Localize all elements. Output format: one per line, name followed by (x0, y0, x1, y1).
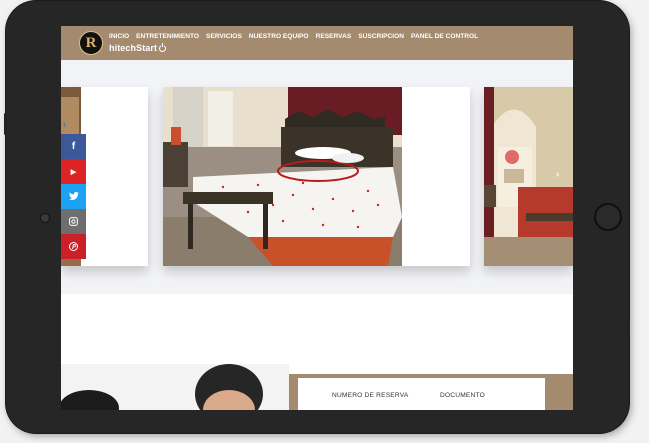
team-photo (61, 364, 289, 410)
instagram-icon (69, 217, 78, 226)
document-label: DOCUMENTO (440, 392, 485, 399)
webpage-screen: R INICIO ENTRETENIMIENTO SERVICIOS NUEST… (61, 26, 573, 410)
home-button[interactable] (594, 203, 622, 231)
twitter-icon (68, 192, 79, 200)
menu-item-inicio[interactable]: INICIO (109, 33, 129, 40)
carousel-prev-arrow[interactable]: ‹ (63, 119, 66, 129)
carousel-next-arrow[interactable]: › (556, 169, 559, 180)
menu-item-entretenimiento[interactable]: ENTRETENIMIENTO (136, 33, 199, 40)
team-photo-panel (61, 364, 289, 410)
power-side-button[interactable] (627, 318, 630, 340)
youtube-icon: ▶ (70, 168, 77, 176)
twitter-button[interactable] (61, 184, 86, 209)
carousel-card-next[interactable]: › (484, 87, 573, 266)
top-navbar: R INICIO ENTRETENIMIENTO SERVICIOS NUEST… (61, 26, 573, 60)
social-sidebar: f ▶ (61, 134, 86, 259)
power-icon (159, 43, 167, 52)
reservation-panel: NUMERO DE RESERVA DOCUMENTO (289, 374, 573, 410)
youtube-button[interactable]: ▶ (61, 159, 86, 184)
volume-button[interactable] (4, 113, 7, 135)
menu-item-suscripcion[interactable]: SUSCRIPCION (358, 33, 404, 40)
room-image-heart-bed (163, 87, 402, 266)
reservation-form: NUMERO DE RESERVA DOCUMENTO (298, 378, 545, 410)
room-image-next (484, 87, 573, 266)
menu-item-nuestro-equipo[interactable]: NUESTRO EQUIPO (249, 33, 309, 40)
pinterest-button[interactable] (61, 234, 86, 259)
reservation-number-label: NUMERO DE RESERVA (332, 392, 409, 399)
menu-item-servicios[interactable]: SERVICIOS (206, 33, 242, 40)
logo[interactable]: R (79, 31, 103, 55)
brand-text: hitechStart (109, 43, 158, 53)
main-menu: INICIO ENTRETENIMIENTO SERVICIOS NUESTRO… (109, 33, 478, 40)
menu-item-reservas[interactable]: RESERVAS (316, 33, 352, 40)
carousel-card-active[interactable] (163, 87, 470, 266)
front-camera (40, 213, 50, 223)
pinterest-icon (69, 242, 78, 251)
instagram-button[interactable] (61, 209, 86, 234)
team-and-reservation-section: NUMERO DE RESERVA DOCUMENTO (61, 364, 573, 410)
menu-item-panel-de-control[interactable]: PANEL DE CONTROL (411, 33, 478, 40)
facebook-icon: f (71, 141, 76, 152)
brand-link[interactable]: hitechStart (109, 43, 167, 53)
facebook-button[interactable]: f (61, 134, 86, 159)
